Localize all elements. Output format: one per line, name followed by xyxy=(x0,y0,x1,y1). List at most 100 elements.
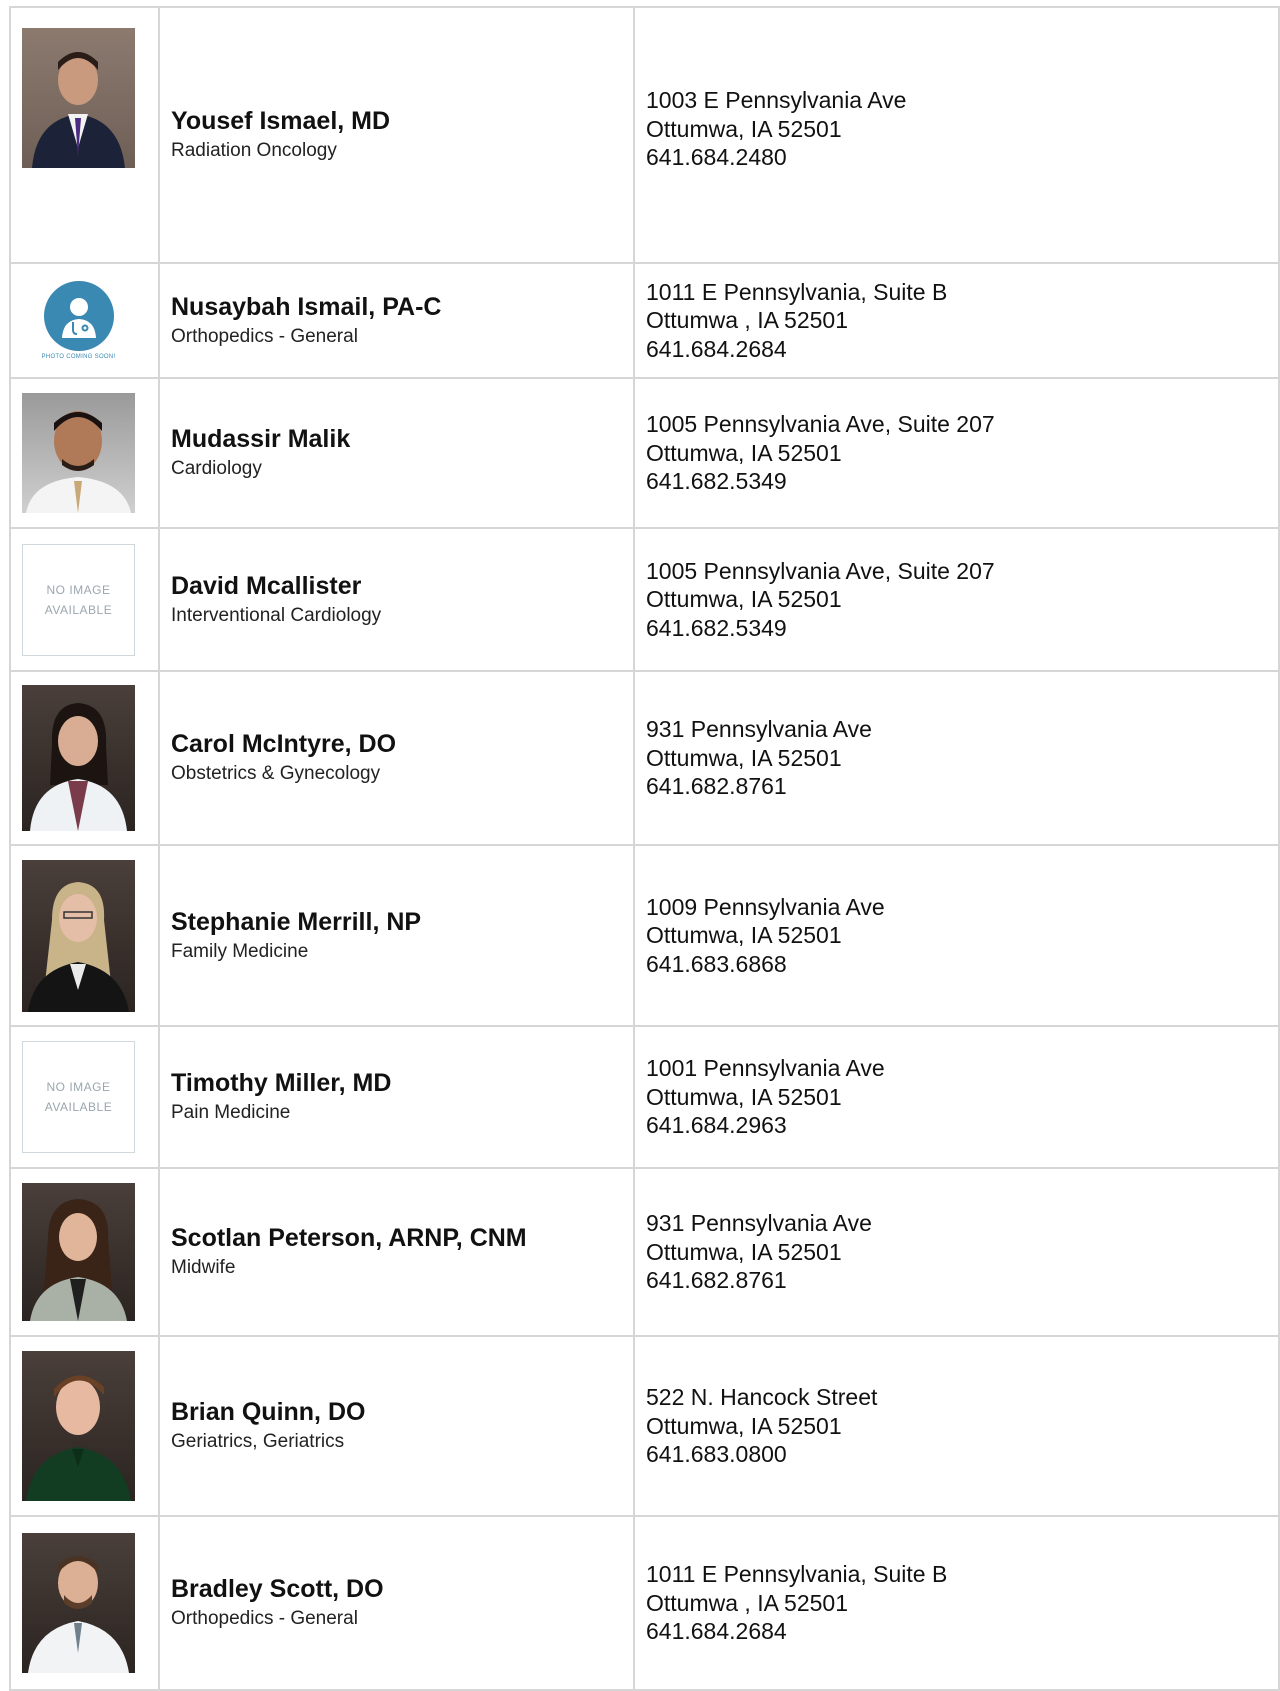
provider-name-link[interactable]: Timothy Miller, MD xyxy=(171,1068,633,1098)
provider-name-link[interactable]: Stephanie Merrill, NP xyxy=(171,907,633,937)
no-image-placeholder: NO IMAGE AVAILABLE xyxy=(22,543,135,656)
address-line-2: Ottumwa, IA 52501 xyxy=(646,1412,842,1439)
provider-specialty: Orthopedics - General xyxy=(171,1608,358,1629)
provider-address-cell: 522 N. Hancock Street Ottumwa, IA 52501 … xyxy=(633,1335,1280,1517)
provider-specialty: Orthopedics - General xyxy=(171,325,358,347)
provider-name-link[interactable]: Scotlan Peterson, ARNP, CNM xyxy=(171,1223,633,1253)
photo-cell xyxy=(9,670,160,846)
photo-cell xyxy=(9,1335,160,1517)
provider-info-cell: Bradley Scott, DO Orthopedics - General xyxy=(158,1515,635,1691)
provider-name-link[interactable]: Bradley Scott, DO xyxy=(171,1574,633,1604)
provider-photo[interactable] xyxy=(22,1351,135,1501)
provider-specialty: Family Medicine xyxy=(171,940,309,962)
provider-address-cell: 1005 Pennsylvania Ave, Suite 207 Ottumwa… xyxy=(633,377,1280,529)
phone-number[interactable]: 641.683.0800 xyxy=(646,1440,1278,1469)
provider-address-cell: 1009 Pennsylvania Ave Ottumwa, IA 52501 … xyxy=(633,844,1280,1027)
address-line-2: Ottumwa, IA 52501 xyxy=(646,115,842,142)
provider-name-link[interactable]: Yousef Ismael, MD xyxy=(171,106,633,136)
phone-number[interactable]: 641.684.2684 xyxy=(646,1617,1278,1646)
table-row: NO IMAGE AVAILABLE Timothy Miller, MD Pai… xyxy=(9,1025,1280,1169)
phone-number[interactable]: 641.682.5349 xyxy=(646,467,1278,496)
address-line-2: Ottumwa, IA 52501 xyxy=(646,922,842,949)
phone-number[interactable]: 641.683.6868 xyxy=(646,950,1278,979)
phone-number[interactable]: 641.682.8761 xyxy=(646,772,1278,801)
address-line-1: 1005 Pennsylvania Ave, Suite 207 xyxy=(646,557,995,584)
table-row: Bradley Scott, DO Orthopedics - General … xyxy=(9,1515,1280,1691)
table-row: Mudassir Malik Cardiology 1005 Pennsylva… xyxy=(9,377,1280,529)
address-line-2: Ottumwa , IA 52501 xyxy=(646,307,849,334)
address-line-2: Ottumwa, IA 52501 xyxy=(646,744,842,771)
provider-specialty: Interventional Cardiology xyxy=(171,604,382,626)
address-line-2: Ottumwa, IA 52501 xyxy=(646,1083,842,1110)
photo-cell: NO IMAGE AVAILABLE xyxy=(9,1025,160,1169)
doctor-icon xyxy=(43,281,114,351)
address-line-1: 1011 E Pennsylvania, Suite B xyxy=(646,1561,948,1588)
address-line-1: 1003 E Pennsylvania Ave xyxy=(646,87,907,113)
provider-info-cell: Scotlan Peterson, ARNP, CNM Midwife xyxy=(158,1167,635,1337)
table-row: Scotlan Peterson, ARNP, CNM Midwife 931 … xyxy=(9,1167,1280,1337)
provider-photo[interactable] xyxy=(22,1183,135,1321)
address-line-1: 931 Pennsylvania Ave xyxy=(646,716,872,743)
provider-info-cell: Brian Quinn, DO Geriatrics, Geriatrics xyxy=(158,1335,635,1517)
address-line-2: Ottumwa, IA 52501 xyxy=(646,439,842,466)
provider-address-cell: 1003 E Pennsylvania Ave Ottumwa, IA 5250… xyxy=(633,6,1280,264)
table-row: Carol McIntyre, DO Obstetrics & Gynecolo… xyxy=(9,670,1280,846)
address-line-2: Ottumwa , IA 52501 xyxy=(646,1589,849,1616)
provider-photo[interactable] xyxy=(22,685,135,831)
provider-info-cell: Yousef Ismael, MD Radiation Oncology xyxy=(158,6,635,264)
provider-info-cell: Stephanie Merrill, NP Family Medicine xyxy=(158,844,635,1027)
table-row: NO IMAGE AVAILABLE David Mcallister Inter… xyxy=(9,527,1280,672)
provider-address-cell: 1011 E Pennsylvania, Suite B Ottumwa , I… xyxy=(633,262,1280,379)
provider-specialty: Midwife xyxy=(171,1257,236,1278)
photo-cell xyxy=(9,1167,160,1337)
photo-cell: NO IMAGE AVAILABLE xyxy=(9,527,160,672)
phone-number[interactable]: 641.684.2963 xyxy=(646,1111,1278,1140)
provider-name-link[interactable]: David Mcallister xyxy=(171,571,633,601)
table-row: Stephanie Merrill, NP Family Medicine 10… xyxy=(9,844,1280,1027)
provider-name-link[interactable]: Brian Quinn, DO xyxy=(171,1397,633,1427)
provider-name-link[interactable]: Nusaybah Ismail, PA-C xyxy=(171,292,633,322)
address-line-1: 522 N. Hancock Street xyxy=(646,1384,878,1411)
table-row: PHOTO COMING SOON! Nusaybah Ismail, PA-C… xyxy=(9,262,1280,379)
provider-address-cell: 931 Pennsylvania Ave Ottumwa, IA 52501 6… xyxy=(633,670,1280,846)
provider-info-cell: Nusaybah Ismail, PA-C Orthopedics - Gene… xyxy=(158,262,635,379)
photo-cell: PHOTO COMING SOON! xyxy=(9,262,160,379)
phone-number[interactable]: 641.682.5349 xyxy=(646,614,1278,643)
phone-number[interactable]: 641.682.8761 xyxy=(646,1266,1278,1295)
address-line-1: 931 Pennsylvania Ave xyxy=(646,1210,872,1237)
provider-specialty: Cardiology xyxy=(171,458,262,479)
provider-name-link[interactable]: Mudassir Malik xyxy=(171,424,633,454)
provider-name-link[interactable]: Carol McIntyre, DO xyxy=(171,729,633,759)
provider-address-cell: 1001 Pennsylvania Ave Ottumwa, IA 52501 … xyxy=(633,1025,1280,1169)
provider-photo[interactable] xyxy=(22,1533,135,1673)
no-image-line-1: NO IMAGE xyxy=(46,1080,111,1094)
no-image-placeholder: NO IMAGE AVAILABLE xyxy=(22,1041,135,1153)
provider-photo[interactable] xyxy=(22,28,135,168)
provider-info-cell: Carol McIntyre, DO Obstetrics & Gynecolo… xyxy=(158,670,635,846)
photo-coming-soon-caption: PHOTO COMING SOON! xyxy=(41,354,116,360)
provider-info-cell: Mudassir Malik Cardiology xyxy=(158,377,635,529)
table-row: Brian Quinn, DO Geriatrics, Geriatrics 5… xyxy=(9,1335,1280,1517)
provider-address-cell: 931 Pennsylvania Ave Ottumwa, IA 52501 6… xyxy=(633,1167,1280,1337)
photo-cell xyxy=(9,6,160,264)
no-image-line-2: AVAILABLE xyxy=(44,1100,113,1114)
address-line-1: 1001 Pennsylvania Ave xyxy=(646,1055,885,1082)
provider-specialty: Pain Medicine xyxy=(171,1102,291,1123)
provider-photo[interactable] xyxy=(22,393,135,513)
photo-cell xyxy=(9,844,160,1027)
provider-address-cell: 1005 Pennsylvania Ave, Suite 207 Ottumwa… xyxy=(633,527,1280,672)
phone-number[interactable]: 641.684.2684 xyxy=(646,335,1278,364)
provider-specialty: Geriatrics, Geriatrics xyxy=(171,1431,345,1452)
photo-cell xyxy=(9,1515,160,1691)
provider-directory-table: Yousef Ismael, MD Radiation Oncology 100… xyxy=(9,6,1280,1691)
no-image-line-1: NO IMAGE xyxy=(46,582,111,597)
address-line-1: 1009 Pennsylvania Ave xyxy=(646,893,885,920)
provider-address-cell: 1011 E Pennsylvania, Suite B Ottumwa , I… xyxy=(633,1515,1280,1691)
photo-coming-soon: PHOTO COMING SOON! xyxy=(22,275,135,366)
phone-number[interactable]: 641.684.2480 xyxy=(646,143,1278,172)
address-line-1: 1005 Pennsylvania Ave, Suite 207 xyxy=(646,411,995,438)
provider-info-cell: Timothy Miller, MD Pain Medicine xyxy=(158,1025,635,1169)
provider-photo[interactable] xyxy=(22,859,135,1012)
address-line-2: Ottumwa, IA 52501 xyxy=(646,586,842,613)
provider-specialty: Obstetrics & Gynecology xyxy=(171,763,381,784)
